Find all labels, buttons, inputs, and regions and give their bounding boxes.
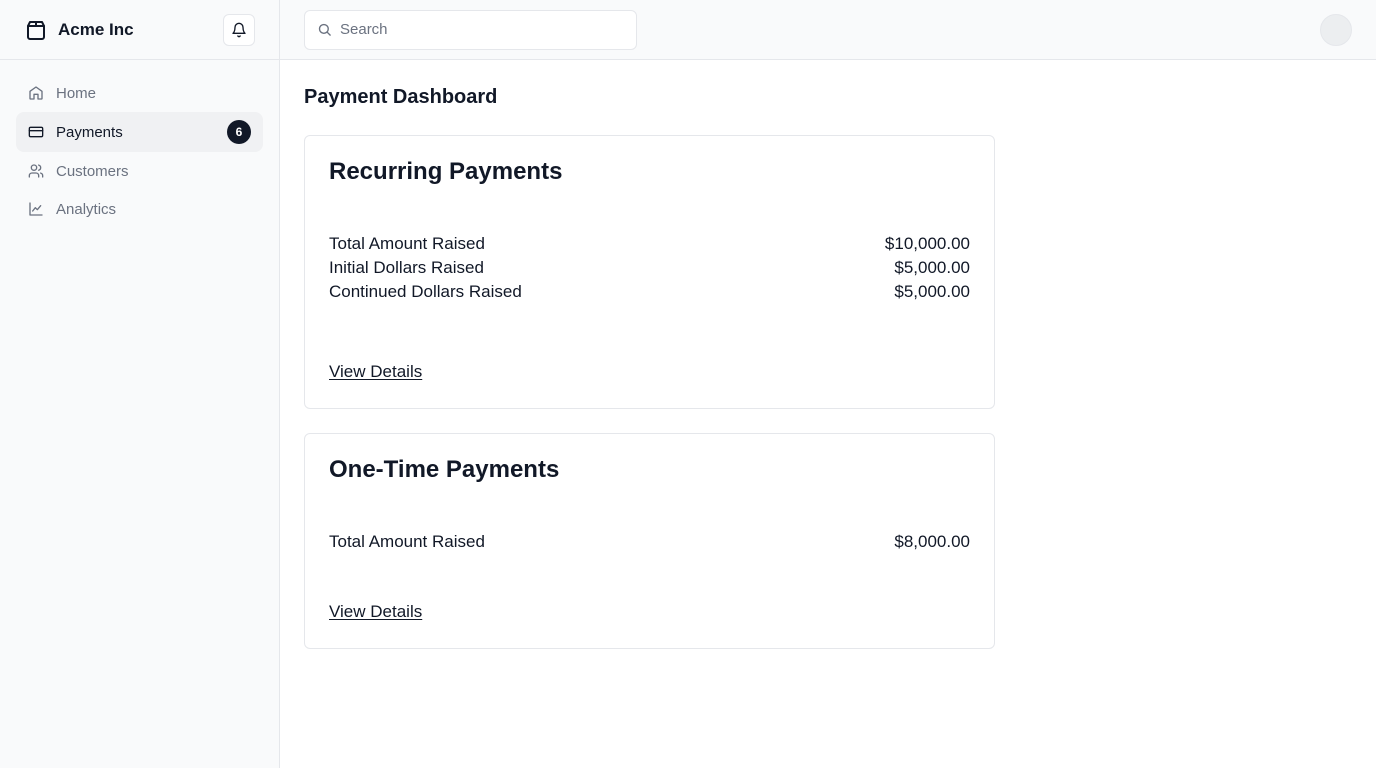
brand-name: Acme Inc [58, 19, 134, 39]
stat-value: $5,000.00 [894, 282, 970, 301]
stat-label: Initial Dollars Raised [329, 258, 484, 277]
stat-label: Total Amount Raised [329, 532, 485, 551]
stat-label: Continued Dollars Raised [329, 282, 522, 301]
sidebar-item-analytics[interactable]: Analytics [16, 190, 263, 228]
view-details-link[interactable]: View Details [329, 602, 422, 622]
recurring-payments-card: Recurring Payments Total Amount Raised $… [304, 135, 995, 409]
sidebar-item-customers[interactable]: Customers [16, 152, 263, 190]
notifications-button[interactable] [223, 13, 255, 46]
sidebar-item-home[interactable]: Home [16, 74, 263, 112]
sidebar-nav: Home Payments 6 Customers Analytics [0, 60, 279, 242]
home-icon [28, 85, 44, 101]
view-details-link[interactable]: View Details [329, 362, 422, 382]
stat-row: Initial Dollars Raised $5,000.00 [329, 256, 970, 280]
bell-icon [231, 22, 247, 38]
stat-value: $5,000.00 [894, 258, 970, 277]
search-input[interactable] [340, 21, 624, 38]
search-icon [317, 22, 332, 37]
sidebar: Acme Inc Home Payments 6 Customers Analy… [0, 0, 280, 768]
card-rows: Total Amount Raised $8,000.00 [329, 530, 970, 554]
package-icon [24, 18, 48, 42]
page-title: Payment Dashboard [304, 86, 498, 108]
payments-count-badge: 6 [227, 120, 251, 144]
line-chart-icon [28, 201, 44, 217]
main-area: Payment Dashboard Recurring Payments Tot… [280, 0, 1376, 768]
page-content: Payment Dashboard Recurring Payments Tot… [280, 60, 1376, 699]
sidebar-header: Acme Inc [0, 0, 279, 60]
sidebar-item-payments[interactable]: Payments 6 [16, 112, 263, 152]
card-rows: Total Amount Raised $10,000.00 Initial D… [329, 232, 970, 304]
search-box[interactable] [304, 9, 637, 50]
one-time-payments-card: One-Time Payments Total Amount Raised $8… [304, 433, 995, 649]
card-title: Recurring Payments [329, 158, 563, 185]
brand-link[interactable]: Acme Inc [24, 18, 134, 42]
stat-label: Total Amount Raised [329, 234, 485, 253]
user-avatar-button[interactable] [1320, 13, 1352, 46]
sidebar-item-label: Payments [56, 123, 123, 141]
sidebar-item-label: Home [56, 84, 97, 102]
sidebar-item-label: Customers [56, 162, 129, 180]
stat-row: Total Amount Raised $10,000.00 [329, 232, 970, 256]
topbar [280, 0, 1376, 60]
sidebar-item-label: Analytics [56, 200, 117, 218]
credit-card-icon [28, 124, 44, 140]
stat-value: $10,000.00 [884, 234, 970, 253]
users-icon [28, 163, 44, 179]
card-title: One-Time Payments [329, 456, 560, 483]
stat-row: Total Amount Raised $8,000.00 [329, 530, 970, 554]
stat-value: $8,000.00 [894, 532, 970, 551]
app-root: Acme Inc Home Payments 6 Customers Analy… [0, 0, 1376, 768]
stat-row: Continued Dollars Raised $5,000.00 [329, 280, 970, 304]
